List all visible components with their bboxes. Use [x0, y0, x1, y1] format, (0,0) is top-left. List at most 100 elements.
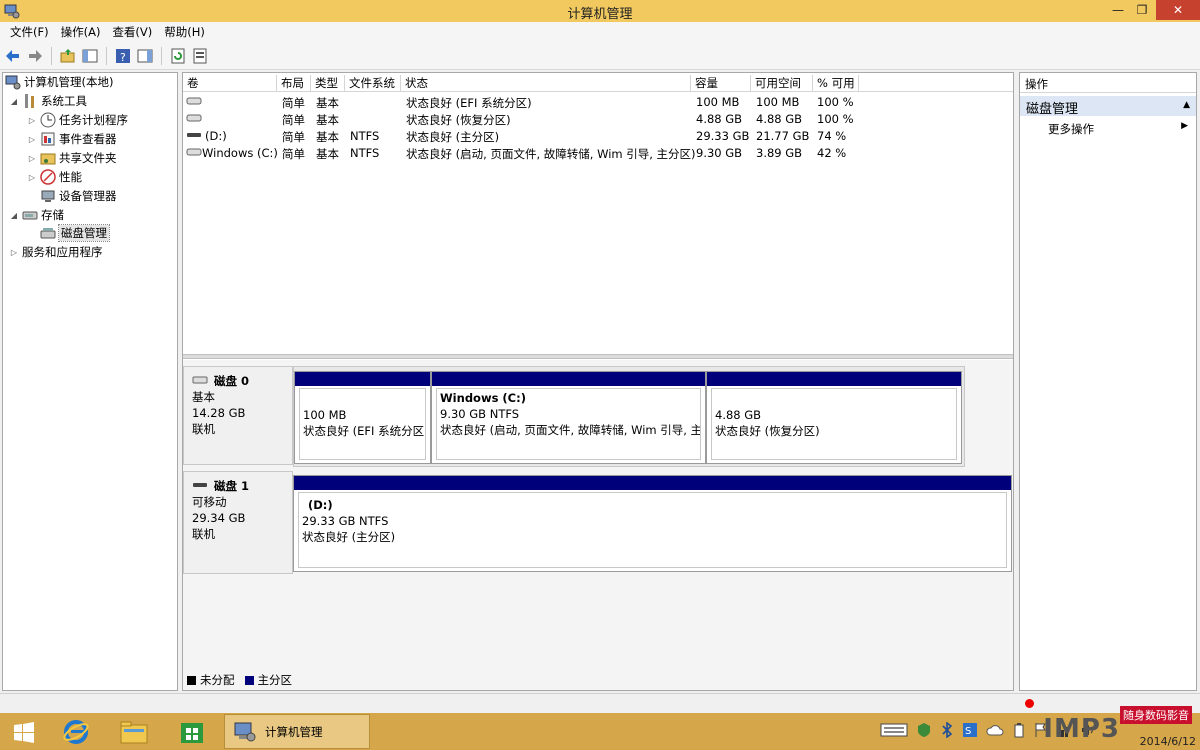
tree-item-storage[interactable]: ◢ 存储 — [9, 206, 64, 224]
forward-icon[interactable] — [26, 47, 44, 65]
menu-help[interactable]: 帮助(H) — [158, 24, 211, 40]
start-button[interactable] — [6, 713, 42, 750]
bluetooth-icon[interactable] — [940, 721, 954, 741]
pane-splitter[interactable] — [183, 354, 1013, 359]
store-button[interactable] — [174, 713, 210, 750]
up-folder-icon[interactable] — [59, 47, 77, 65]
cell-volume: Windows (C:) — [202, 146, 278, 160]
expand-icon[interactable]: ▷ — [27, 154, 37, 163]
window-title: 计算机管理 — [567, 7, 633, 22]
cell-layout: 简单 — [282, 113, 305, 127]
disk-0-label[interactable]: 磁盘 0 基本 14.28 GB 联机 — [183, 366, 293, 465]
svg-text:?: ? — [120, 51, 126, 64]
menu-action[interactable]: 操作(A) — [55, 24, 107, 40]
cell-free: 3.89 GB — [756, 146, 803, 160]
expand-icon[interactable]: ▷ — [9, 248, 19, 257]
app-tray-icon[interactable]: S — [962, 722, 978, 741]
power-icon[interactable] — [1012, 722, 1026, 741]
disk-management-icon — [40, 225, 56, 241]
column-free-space[interactable]: 可用空间 — [751, 75, 813, 92]
taskbar-app-computer-management[interactable]: 计算机管理 — [224, 714, 370, 749]
submenu-arrow-icon[interactable]: ▶ — [1181, 121, 1188, 131]
column-status[interactable]: 状态 — [401, 75, 691, 92]
partition-recovery[interactable]: 4.88 GB 状态良好 (恢复分区) — [706, 371, 962, 464]
volume-row[interactable]: 简单 基本 状态良好 (EFI 系统分区) 100 MB 100 MB 100 … — [183, 94, 1013, 111]
cell-filesystem: NTFS — [350, 146, 380, 160]
cell-free: 4.88 GB — [756, 112, 803, 126]
expand-icon[interactable]: ▷ — [27, 116, 37, 125]
cell-layout: 简单 — [282, 96, 305, 110]
tree-item-event-viewer[interactable]: ▷ 事件查看器 — [27, 130, 117, 148]
partition-efi[interactable]: 100 MB 状态良好 (EFI 系统分区) — [294, 371, 431, 464]
back-icon[interactable] — [4, 47, 22, 65]
column-filesystem[interactable]: 文件系统 — [345, 75, 401, 92]
security-icon[interactable] — [916, 722, 932, 741]
primary-partition-bar — [294, 476, 1011, 490]
column-volume[interactable]: 卷 — [183, 75, 277, 92]
column-layout[interactable]: 布局 — [277, 75, 311, 92]
expand-icon[interactable]: ▷ — [27, 173, 37, 182]
disk-icon — [192, 373, 208, 389]
folder-icon — [120, 721, 148, 743]
menu-file[interactable]: 文件(F) — [4, 24, 55, 40]
keyboard-icon[interactable] — [880, 722, 908, 741]
column-capacity[interactable]: 容量 — [691, 75, 751, 92]
internet-explorer-button[interactable] — [58, 713, 94, 750]
show-hide-action-pane-icon[interactable] — [136, 47, 154, 65]
collapse-up-icon[interactable]: ▲ — [1183, 100, 1190, 110]
disk-1-label[interactable]: 磁盘 1 可移动 29.34 GB 联机 — [183, 471, 293, 574]
partition-d[interactable]: (D:) 29.33 GB NTFS 状态良好 (主分区) — [293, 475, 1012, 572]
partition-status: 状态良好 (主分区) — [302, 530, 396, 544]
tree-item-performance[interactable]: ▷ 性能 — [27, 168, 82, 186]
properties-icon[interactable] — [191, 47, 209, 65]
recording-dot — [1025, 699, 1034, 708]
maximize-button[interactable]: ❐ — [1128, 0, 1156, 20]
disk-name: 磁盘 0 — [214, 374, 250, 388]
cell-filesystem: NTFS — [350, 129, 380, 143]
tree-item-task-scheduler[interactable]: ▷ 任务计划程序 — [27, 111, 128, 129]
disk-state: 联机 — [192, 422, 215, 436]
cell-type: 基本 — [316, 96, 339, 110]
collapse-icon[interactable]: ◢ — [9, 97, 19, 106]
volume-row[interactable]: Windows (C:) 简单 基本 NTFS 状态良好 (启动, 页面文件, … — [183, 145, 1013, 162]
toolbar-separator — [161, 46, 162, 65]
actions-pane: 操作 磁盘管理 ▲ 更多操作 ▶ — [1019, 72, 1197, 691]
navigation-tree: 计算机管理(本地) ◢ 系统工具 ▷ 任务计划程序 ▷ 事件查看器 ▷ 共享文件… — [2, 72, 178, 691]
close-button[interactable]: ✕ — [1156, 0, 1200, 20]
column-percent-free[interactable]: % 可用 — [813, 75, 859, 92]
disk-management-pane: 卷 布局 类型 文件系统 状态 容量 可用空间 % 可用 简单 基本 状态良好 … — [182, 72, 1014, 691]
performance-icon — [40, 169, 56, 185]
legend-unallocated: 未分配 — [200, 673, 235, 687]
partition-size: 9.30 GB NTFS — [440, 407, 520, 421]
show-hide-tree-icon[interactable] — [81, 47, 99, 65]
partition-size: 4.88 GB — [715, 408, 762, 422]
tree-item-system-tools[interactable]: ◢ 系统工具 — [9, 92, 87, 110]
primary-partition-bar — [707, 372, 961, 386]
tree-item-services-apps[interactable]: ▷ 服务和应用程序 — [9, 243, 103, 261]
volume-row[interactable]: (D:) 简单 基本 NTFS 状态良好 (主分区) 29.33 GB 21.7… — [183, 128, 1013, 145]
column-type[interactable]: 类型 — [311, 75, 345, 92]
taskbar-date[interactable]: 2014/6/12 — [1140, 735, 1196, 748]
actions-section-disk-management[interactable]: 磁盘管理 ▲ — [1020, 96, 1196, 117]
tree-item-root[interactable]: 计算机管理(本地) — [5, 73, 113, 91]
volume-row[interactable]: 简单 基本 状态良好 (恢复分区) 4.88 GB 4.88 GB 100 % — [183, 111, 1013, 128]
disk-kind: 基本 — [192, 390, 215, 404]
taskbar: 计算机管理 S IMP3 2014/6/12 — [0, 713, 1200, 750]
tree-item-shared-folders[interactable]: ▷ 共享文件夹 — [27, 149, 117, 167]
tree-item-device-manager[interactable]: 设备管理器 — [40, 187, 117, 205]
expand-icon[interactable]: ▷ — [27, 135, 37, 144]
partition-windows-c[interactable]: Windows (C:) 9.30 GB NTFS 状态良好 (启动, 页面文件… — [431, 371, 706, 464]
cell-percent: 100 % — [817, 112, 854, 126]
tree-label: 系统工具 — [41, 94, 87, 108]
menu-view[interactable]: 查看(V) — [106, 24, 158, 40]
tree-item-disk-management[interactable]: 磁盘管理 — [40, 224, 110, 242]
collapse-icon[interactable]: ◢ — [9, 211, 19, 220]
primary-partition-bar — [295, 372, 430, 386]
refresh-icon[interactable] — [169, 47, 187, 65]
file-explorer-button[interactable] — [116, 713, 152, 750]
event-viewer-icon — [40, 131, 56, 147]
more-actions-item[interactable]: 更多操作 — [1048, 121, 1094, 137]
primary-swatch — [244, 675, 254, 685]
cloud-icon[interactable] — [986, 723, 1004, 740]
help-icon[interactable]: ? — [114, 47, 132, 65]
